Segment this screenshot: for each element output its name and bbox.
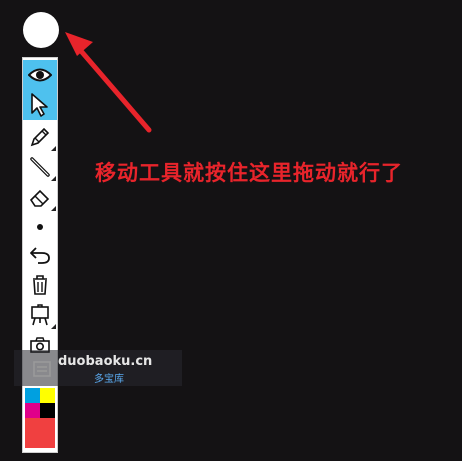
watermark-site: duobaoku.cn [58,354,153,369]
tool-move[interactable] [23,90,57,120]
eye-icon [28,68,52,82]
undo-icon [30,247,50,264]
tool-line[interactable] [23,152,57,182]
tool-view[interactable] [23,60,57,90]
watermark-logo-icon [33,361,51,377]
color-swatch-red[interactable] [25,418,55,448]
tool-undo[interactable] [23,240,57,270]
submenu-indicator-icon [51,324,56,329]
tool-background[interactable] [23,300,57,330]
trash-icon [33,275,47,295]
line-icon [30,157,50,177]
annotation-text: 移动工具就按住这里拖动就行了 [95,161,403,185]
color-swatch-yellow[interactable] [40,388,55,403]
brush-size-dot-icon [37,224,43,230]
watermark-name: 多宝库 [94,374,124,385]
pencil-icon [30,127,50,147]
drag-handle[interactable] [23,12,59,48]
red-arrow-icon [65,32,152,133]
submenu-indicator-icon [51,206,56,211]
tool-pencil[interactable] [23,122,57,152]
easel-icon [31,304,49,326]
submenu-indicator-icon [51,146,56,151]
color-swatch-magenta[interactable] [25,403,40,418]
eraser-icon [29,189,50,207]
arrow-cursor-icon [31,93,48,117]
tool-eraser[interactable] [23,182,57,212]
tool-brush-size[interactable] [23,212,57,242]
color-swatch-cyan[interactable] [25,388,40,403]
watermark: duobaoku.cn 多宝库 [14,350,182,386]
drawing-toolbar [22,57,58,453]
tool-clear[interactable] [23,270,57,300]
color-swatch-black[interactable] [40,403,55,418]
submenu-indicator-icon [51,176,56,181]
